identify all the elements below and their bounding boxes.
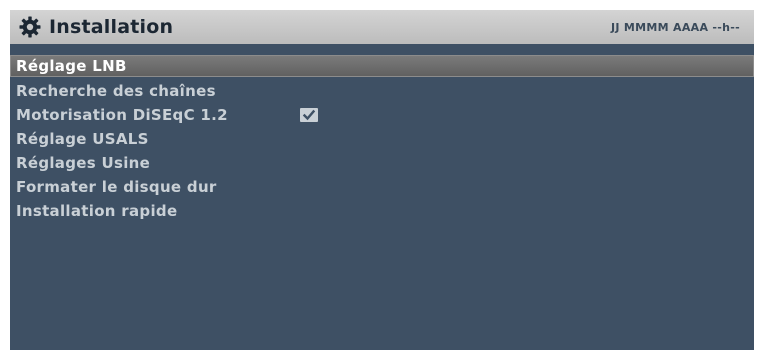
checkmark-icon — [302, 109, 316, 121]
menu-item-label: Formater le disque dur — [16, 178, 217, 196]
menu-item-label: Réglage LNB — [16, 57, 127, 75]
menu-item-reglage-lnb[interactable]: Réglage LNB — [10, 55, 754, 77]
menu-item-label: Réglages Usine — [16, 154, 151, 172]
menu-item-recherche-chaines[interactable]: Recherche des chaînes — [10, 79, 754, 103]
menu-item-label: Installation rapide — [16, 202, 178, 220]
header-title-group: Installation — [18, 10, 173, 44]
gear-icon — [19, 16, 41, 38]
installation-screen: Installation JJ MMMM AAAA --h-- Réglage … — [10, 10, 754, 350]
menu-item-reglage-usals[interactable]: Réglage USALS — [10, 127, 754, 151]
menu-item-label: Recherche des chaînes — [16, 82, 216, 100]
header-bar: Installation JJ MMMM AAAA --h-- — [10, 10, 754, 44]
date-time-display: JJ MMMM AAAA --h-- — [610, 21, 740, 34]
menu-item-motorisation-diseqc[interactable]: Motorisation DiSEqC 1.2 — [10, 103, 754, 127]
menu-item-reglages-usine[interactable]: Réglages Usine — [10, 151, 754, 175]
menu-item-formater-disque[interactable]: Formater le disque dur — [10, 175, 754, 199]
installation-menu: Réglage LNB Recherche des chaînes Motori… — [10, 55, 754, 223]
menu-item-label: Réglage USALS — [16, 130, 149, 148]
menu-item-installation-rapide[interactable]: Installation rapide — [10, 199, 754, 223]
page-title: Installation — [49, 16, 174, 38]
menu-item-label: Motorisation DiSEqC 1.2 — [16, 106, 228, 124]
diseqc-checked-checkbox[interactable] — [300, 108, 318, 122]
